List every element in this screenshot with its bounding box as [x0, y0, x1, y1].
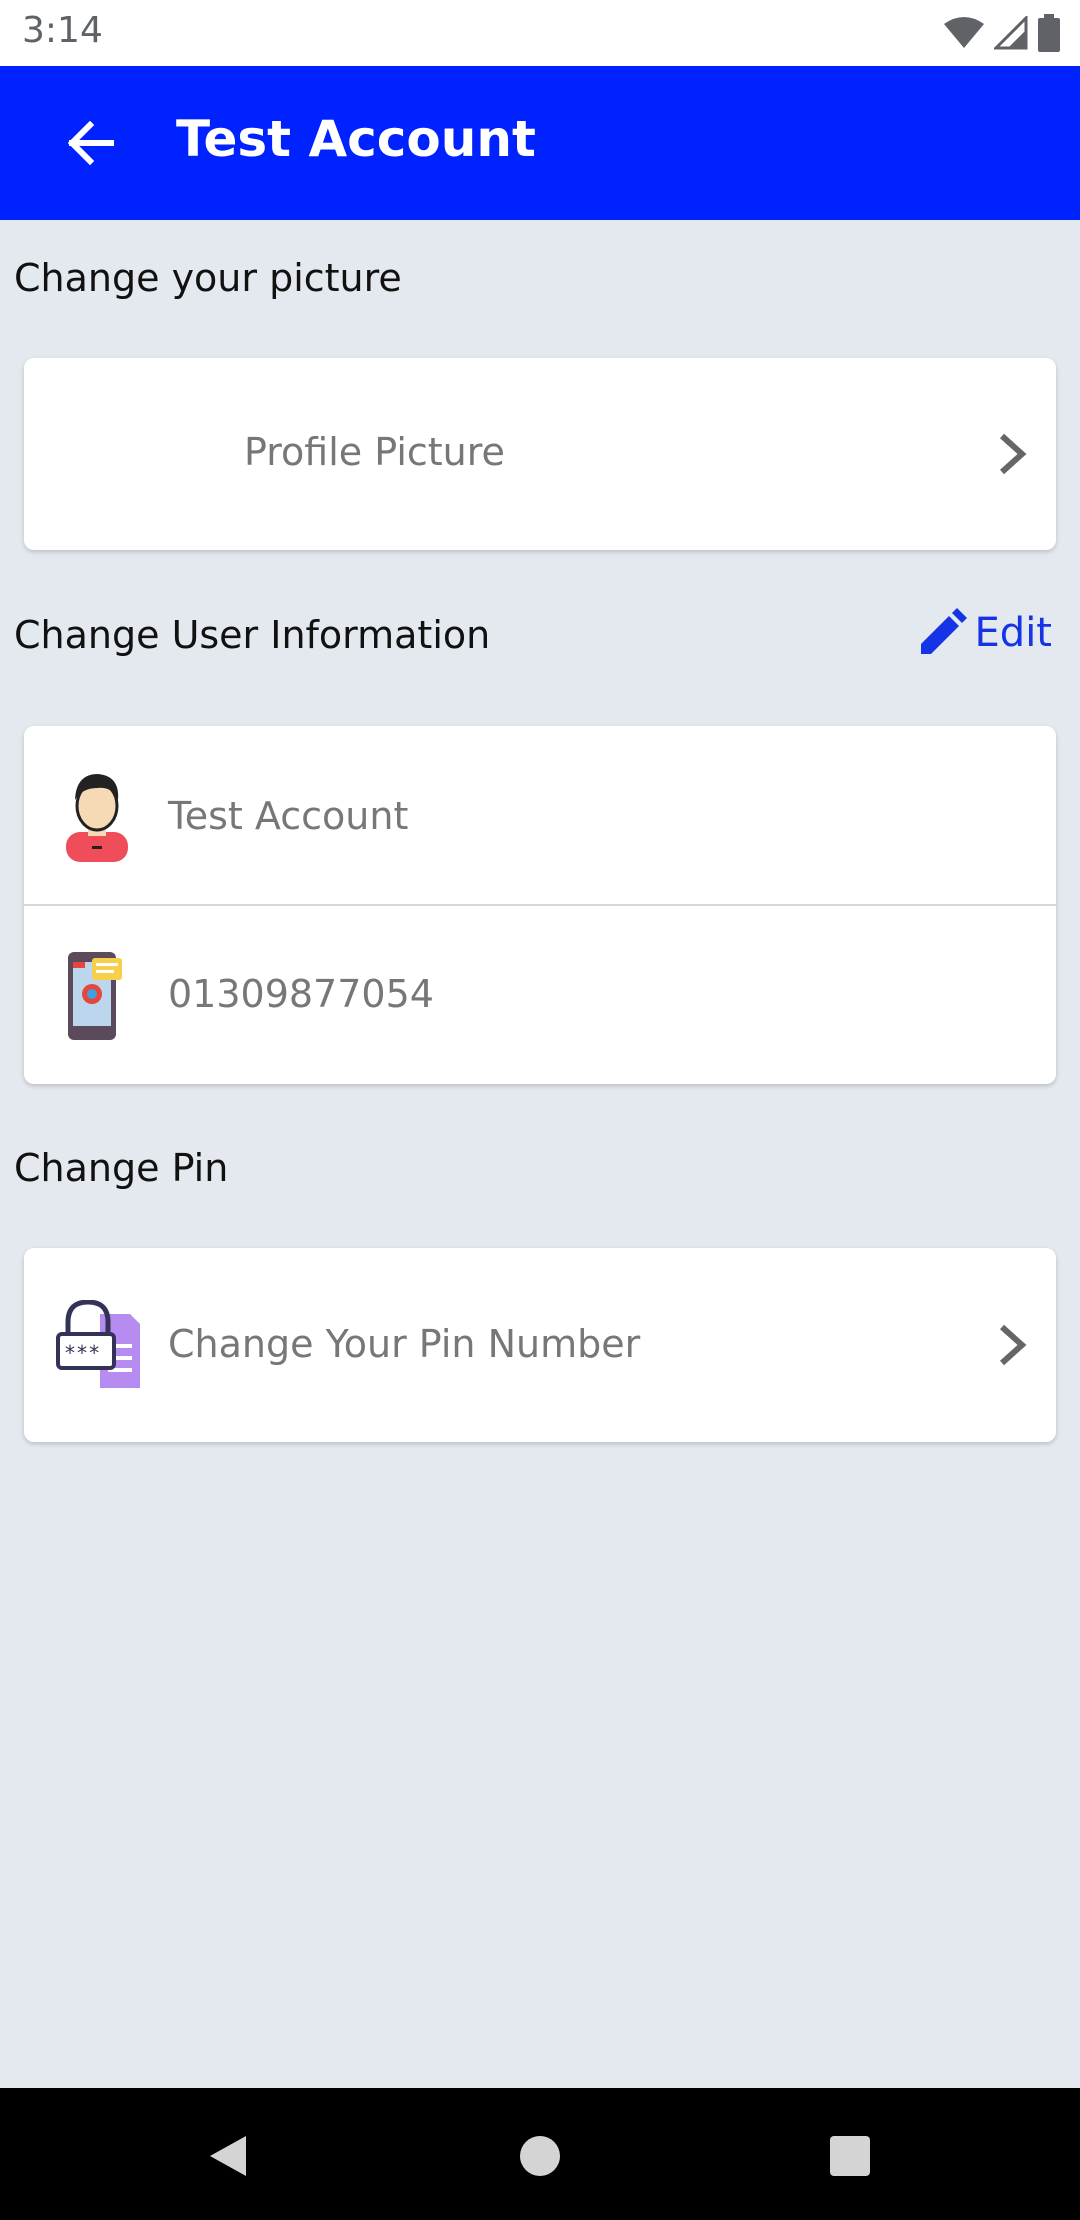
nav-recents-button[interactable] — [818, 2124, 882, 2188]
user-info-card: Test Account 01309877054 — [24, 726, 1056, 1084]
change-pin-label: Change Your Pin Number — [168, 1322, 641, 1366]
svg-text:***: *** — [64, 1341, 100, 1365]
status-bar: 3:14 — [0, 0, 1080, 66]
arrow-left-icon — [67, 121, 114, 165]
signal-icon — [994, 16, 1028, 50]
mobile-phone-icon — [68, 952, 122, 1040]
user-avatar-icon — [66, 774, 128, 862]
phone-row[interactable]: 01309877054 — [24, 906, 1056, 1084]
battery-icon — [1038, 14, 1060, 52]
edit-label: Edit — [974, 610, 1052, 656]
edit-button[interactable]: Edit — [917, 608, 1052, 658]
chevron-right-icon — [999, 433, 1027, 475]
back-triangle-icon — [210, 2136, 246, 2176]
chevron-right-icon — [999, 1324, 1027, 1366]
system-nav-bar — [0, 2088, 1080, 2220]
pencil-icon — [920, 608, 967, 654]
change-pin-card[interactable]: *** Change Your Pin Number — [24, 1248, 1056, 1442]
profile-picture-card[interactable]: Profile Picture — [24, 358, 1056, 550]
pin-lock-icon: *** — [56, 1300, 140, 1388]
app-bar: Test Account — [0, 66, 1080, 220]
name-row[interactable]: Test Account — [24, 726, 1056, 904]
recents-square-icon — [830, 2136, 870, 2176]
section-title-user-info: Change User Information — [14, 613, 491, 657]
profile-picture-row[interactable]: Profile Picture — [24, 358, 1056, 550]
phone-value: 01309877054 — [168, 972, 434, 1016]
section-title-pin: Change Pin — [14, 1146, 229, 1190]
nav-home-button[interactable] — [508, 2124, 572, 2188]
back-button[interactable] — [56, 109, 124, 177]
section-title-picture: Change your picture — [14, 256, 402, 300]
profile-picture-label: Profile Picture — [244, 430, 505, 474]
status-icons — [944, 14, 1060, 52]
nav-back-button[interactable] — [196, 2124, 260, 2188]
home-circle-icon — [520, 2136, 560, 2176]
change-pin-row[interactable]: *** Change Your Pin Number — [24, 1248, 1056, 1442]
wifi-icon — [944, 17, 984, 48]
status-time: 3:14 — [22, 10, 103, 51]
page-title: Test Account — [176, 110, 536, 168]
name-value: Test Account — [168, 794, 409, 838]
